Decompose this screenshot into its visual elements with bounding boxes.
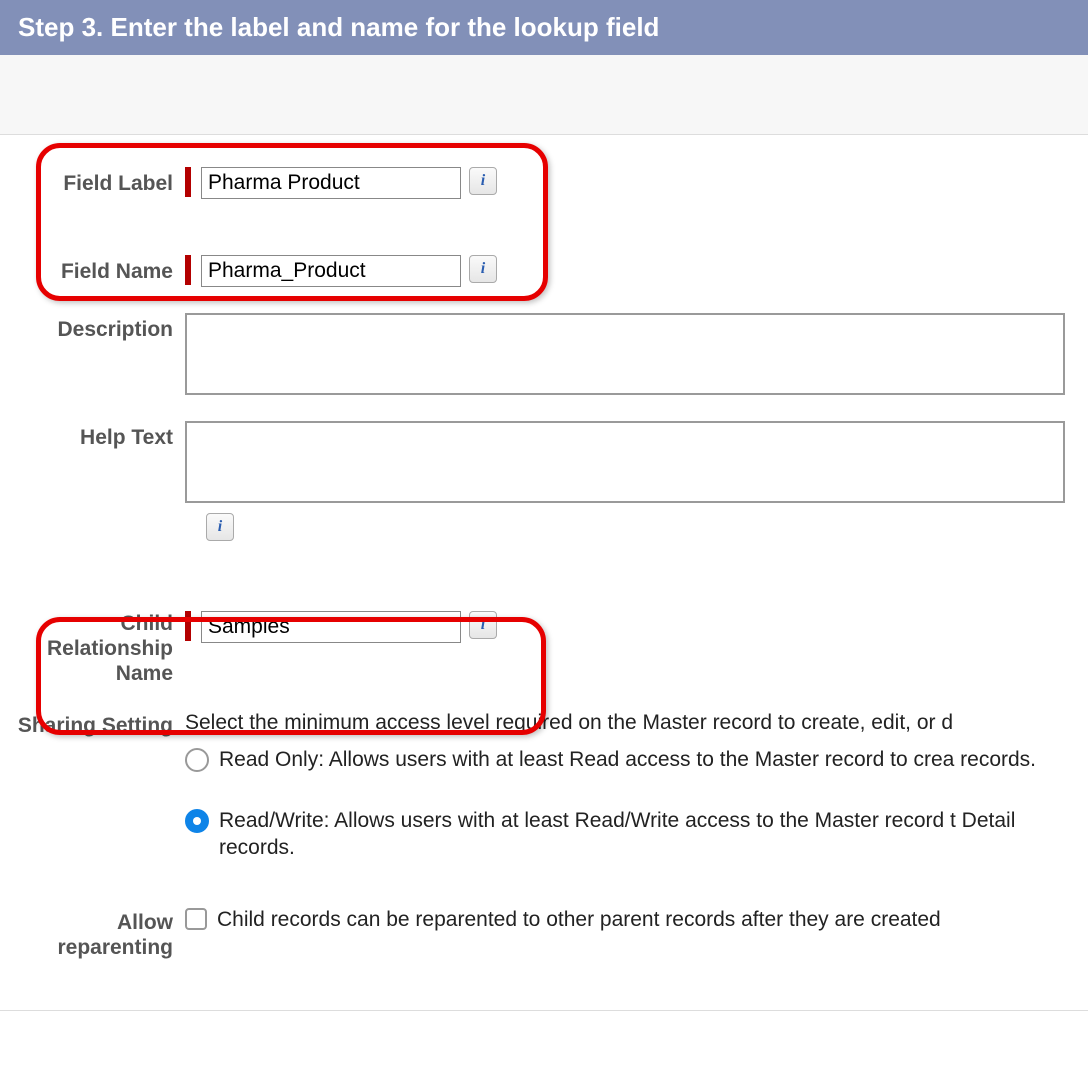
child-rel-label: Child Relationship Name xyxy=(0,611,185,687)
sharing-radio-read-write-label: Read/Write: Allows users with at least R… xyxy=(219,807,1088,862)
required-indicator xyxy=(185,167,191,197)
step-title: Step 3. Enter the label and name for the… xyxy=(18,12,659,42)
info-icon[interactable]: i xyxy=(469,255,497,283)
info-icon[interactable]: i xyxy=(206,513,234,541)
sharing-radio-read-only[interactable] xyxy=(185,748,209,772)
form-area: Field Label i Field Name i Description H… xyxy=(0,135,1088,1011)
field-label-label: Field Label xyxy=(0,167,185,196)
required-indicator xyxy=(185,255,191,285)
header-spacer xyxy=(0,55,1088,135)
sharing-intro-text: Select the minimum access level required… xyxy=(185,709,953,736)
description-textarea[interactable] xyxy=(185,313,1065,395)
step-header: Step 3. Enter the label and name for the… xyxy=(0,0,1088,55)
allow-reparenting-label: Allow reparenting xyxy=(0,906,185,960)
description-label: Description xyxy=(0,313,185,342)
allow-reparenting-checkbox[interactable] xyxy=(185,908,207,930)
required-indicator xyxy=(185,611,191,641)
sharing-radio-read-write[interactable] xyxy=(185,809,209,833)
help-text-textarea[interactable] xyxy=(185,421,1065,503)
child-rel-input[interactable] xyxy=(201,611,461,643)
info-icon[interactable]: i xyxy=(469,611,497,639)
field-name-label: Field Name xyxy=(0,255,185,284)
field-label-input[interactable] xyxy=(201,167,461,199)
sharing-radio-read-only-label: Read Only: Allows users with at least Re… xyxy=(219,746,1036,773)
field-name-input[interactable] xyxy=(201,255,461,287)
help-text-label: Help Text xyxy=(0,421,185,450)
sharing-setting-label: Sharing Setting xyxy=(0,709,185,738)
info-icon[interactable]: i xyxy=(469,167,497,195)
allow-reparenting-text: Child records can be reparented to other… xyxy=(217,906,941,933)
